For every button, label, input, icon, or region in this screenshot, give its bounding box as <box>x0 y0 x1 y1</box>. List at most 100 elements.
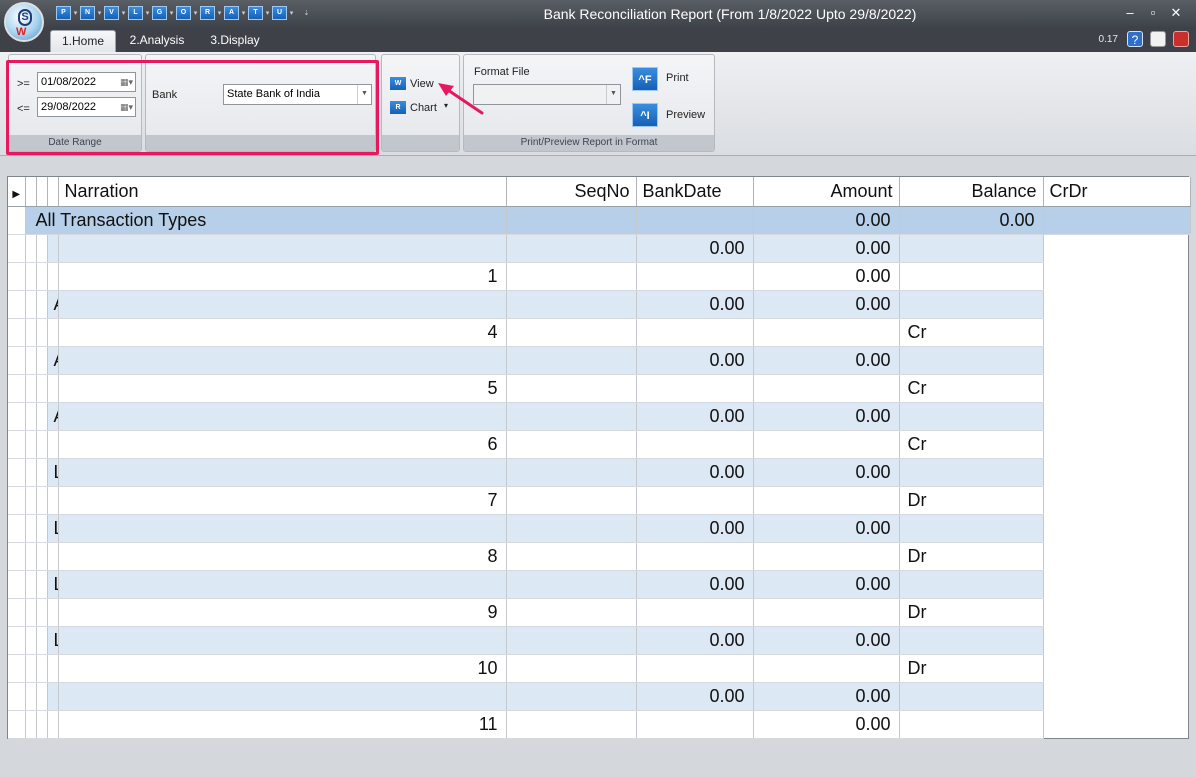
crdr-cell: Cr <box>899 318 1044 347</box>
table-row[interactable]: 11 0.00 <box>8 710 1190 739</box>
table-row[interactable]: 10 Dr <box>8 654 1190 683</box>
arrow-annotation-icon <box>438 83 484 115</box>
table-row[interactable]: Less : Dishonour of cheque credited earl… <box>8 458 1190 487</box>
document-icon[interactable] <box>1150 31 1166 47</box>
exit-icon[interactable] <box>1173 31 1189 47</box>
table-row[interactable]: Bank Balance As Per Bank Statement 0.000.… <box>8 682 1190 711</box>
column-header-amount[interactable]: Amount <box>753 177 900 207</box>
level-cell <box>36 458 48 487</box>
balance-cell: 0.00 <box>753 570 900 599</box>
table-row[interactable]: 1 0.00 <box>8 262 1190 291</box>
crdr-cell <box>899 514 1044 543</box>
narration-cell: Less : Direct payment done by bank(ECS) <box>47 626 59 655</box>
row-selector-cell[interactable] <box>8 206 26 235</box>
quick-o-button[interactable]: O <box>176 6 191 20</box>
row-selector-cell[interactable] <box>8 458 26 487</box>
help-icon[interactable]: ? <box>1127 31 1143 47</box>
minimize-button[interactable]: – <box>1120 4 1140 22</box>
quick-l-button[interactable]: L <box>128 6 143 20</box>
row-pointer-icon: ▶ <box>12 188 21 200</box>
seqno-cell <box>58 682 507 711</box>
chevron-down-icon[interactable]: ▾ <box>143 9 152 17</box>
column-header-bankdate[interactable]: BankDate <box>636 177 754 207</box>
report-grid[interactable]: ▶ Narration SeqNo BankDate Amount Balanc… <box>7 176 1191 739</box>
chevron-down-icon[interactable]: ▾ <box>191 9 200 17</box>
amount-cell: 0.00 <box>636 402 754 431</box>
column-header-narration[interactable]: Narration <box>58 177 507 207</box>
row-selector-cell[interactable] <box>8 234 26 263</box>
level-cell <box>36 318 48 347</box>
table-row[interactable]: Less : Interest and Bank charges charged… <box>8 570 1190 599</box>
close-button[interactable]: ✕ <box>1166 4 1186 22</box>
table-row[interactable]: 8 Dr <box>8 542 1190 571</box>
quick-v-button[interactable]: V <box>104 6 119 20</box>
narration-cell <box>47 262 59 291</box>
level-header <box>25 177 37 207</box>
row-selector-header[interactable]: ▶ <box>8 177 26 207</box>
column-header-seqno[interactable]: SeqNo <box>506 177 637 207</box>
table-row[interactable]: Add : Interest credited(provided) by ban… <box>8 402 1190 431</box>
bankdate-cell <box>506 598 637 627</box>
row-selector-cell[interactable] <box>8 598 26 627</box>
table-row[interactable]: 9 Dr <box>8 598 1190 627</box>
table-row[interactable]: 5 Cr <box>8 374 1190 403</box>
print-button[interactable]: ^F Print <box>630 65 710 93</box>
maximize-button[interactable]: ▫ <box>1143 4 1163 22</box>
row-selector-cell[interactable] <box>8 290 26 319</box>
row-selector-cell[interactable] <box>8 430 26 459</box>
quick-u-button[interactable]: U <box>272 6 287 20</box>
table-row[interactable]: All Transaction Types 0.00 0.00 <box>8 206 1191 235</box>
chevron-down-icon[interactable]: ▾ <box>239 9 248 17</box>
format-file-select[interactable]: ▼ <box>473 84 621 105</box>
chevron-down-icon[interactable]: ▾ <box>215 9 224 17</box>
level-cell <box>25 234 37 263</box>
chevron-down-icon[interactable]: ▼ <box>606 85 620 104</box>
app-logo[interactable]: S W <box>4 2 44 42</box>
column-header-balance[interactable]: Balance <box>899 177 1044 207</box>
table-row[interactable]: Bank Balance As Per Account Balances 0.00… <box>8 234 1190 263</box>
chevron-down-icon[interactable]: ▾ <box>167 9 176 17</box>
quick-r-button[interactable]: R <box>200 6 215 20</box>
row-selector-cell[interactable] <box>8 374 26 403</box>
row-selector-cell[interactable] <box>8 654 26 683</box>
quick-p-button[interactable]: P <box>56 6 71 20</box>
table-row[interactable]: Add : Direct payment into the bank by a … <box>8 346 1190 375</box>
row-selector-cell[interactable] <box>8 542 26 571</box>
chevron-down-icon[interactable]: ▾ <box>263 9 272 17</box>
chevron-down-icon[interactable]: ▾ <box>287 9 296 17</box>
customize-toolbar-icon[interactable]: ⇣ <box>302 9 311 17</box>
row-selector-cell[interactable] <box>8 682 26 711</box>
quick-a-button[interactable]: A <box>224 6 239 20</box>
table-row[interactable]: Less : Dishonour of bills discounted ear… <box>8 514 1190 543</box>
bankdate-cell <box>506 290 637 319</box>
quick-g-button[interactable]: G <box>152 6 167 20</box>
tab-analysis[interactable]: 2.Analysis <box>124 30 190 52</box>
row-selector-cell[interactable] <box>8 514 26 543</box>
row-selector-cell[interactable] <box>8 626 26 655</box>
table-row[interactable]: 7 Dr <box>8 486 1190 515</box>
preview-button[interactable]: ^I Preview <box>630 101 710 129</box>
table-row[interactable]: 4 Cr <box>8 318 1190 347</box>
table-row[interactable]: Less : Direct payment done by bank(ECS) 0… <box>8 626 1190 655</box>
row-selector-cell[interactable] <box>8 710 26 739</box>
row-selector-cell[interactable] <box>8 346 26 375</box>
bankdate-cell <box>506 262 637 291</box>
quick-n-button[interactable]: N <box>80 6 95 20</box>
table-row[interactable]: 6 Cr <box>8 430 1190 459</box>
row-selector-cell[interactable] <box>8 570 26 599</box>
tab-home[interactable]: 1.Home <box>50 30 116 52</box>
row-selector-cell[interactable] <box>8 402 26 431</box>
table-row[interactable]: Add : Interest & Dividend collected by b… <box>8 290 1190 319</box>
level-cell <box>25 262 37 291</box>
chevron-down-icon[interactable]: ▾ <box>95 9 104 17</box>
bankdate-cell <box>506 458 637 487</box>
chevron-down-icon[interactable]: ▾ <box>119 9 128 17</box>
tab-display[interactable]: 3.Display <box>202 30 268 52</box>
amount-cell <box>636 598 754 627</box>
chevron-down-icon[interactable]: ▾ <box>71 9 80 17</box>
column-header-crdr[interactable]: CrDr <box>1043 177 1191 207</box>
quick-t-button[interactable]: T <box>248 6 263 20</box>
row-selector-cell[interactable] <box>8 262 26 291</box>
row-selector-cell[interactable] <box>8 486 26 515</box>
row-selector-cell[interactable] <box>8 318 26 347</box>
